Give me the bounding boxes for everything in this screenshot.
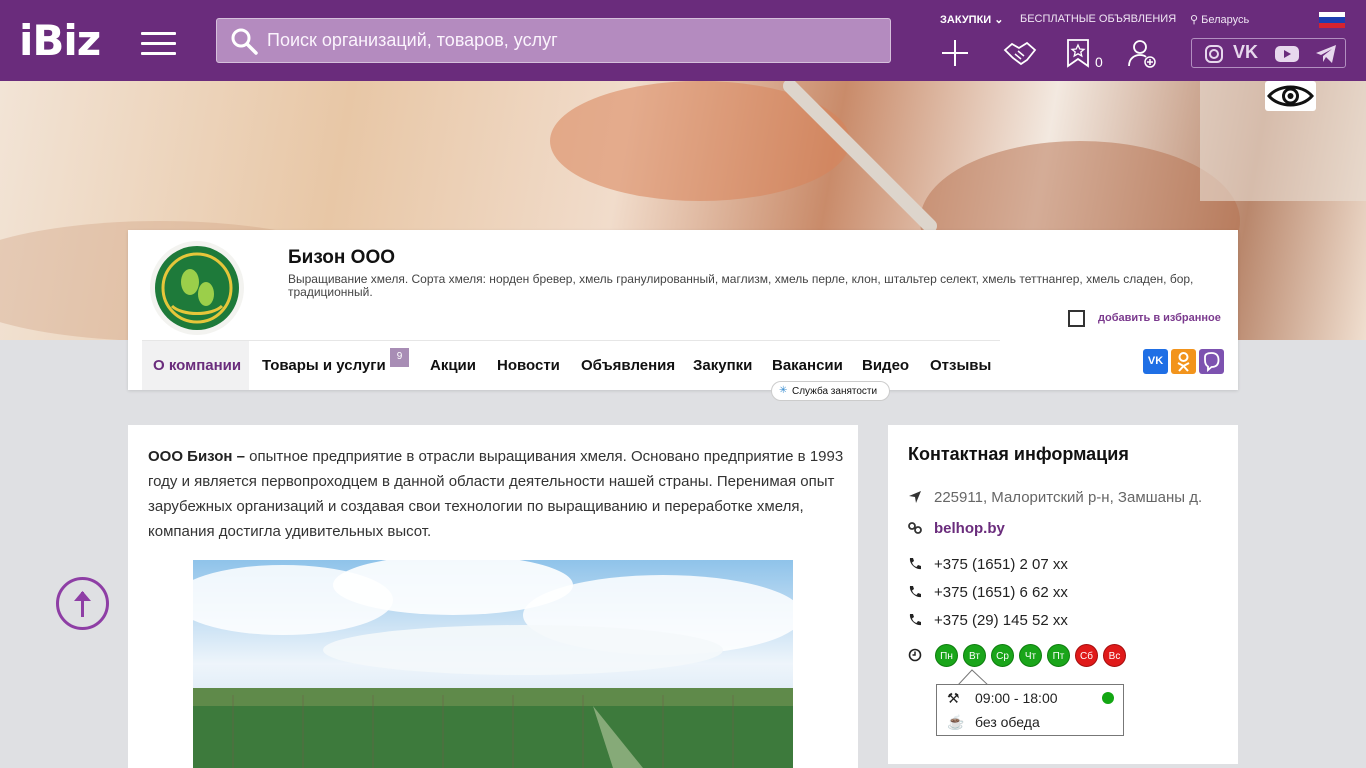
about-lead: ООО Бизон – (148, 448, 245, 465)
coffee-cup-icon: ☕ (947, 714, 965, 730)
lunch-info: без обеда (975, 714, 1040, 730)
menu-icon[interactable] (141, 32, 176, 55)
work-hours: 09:00 - 18:00 (975, 690, 1058, 706)
top-bar: iBiz ЗАКУПКИ ⌄ БЕСПЛАТНЫЕ ОБЪЯВЛЕНИЯ ⚲ Б… (0, 0, 1366, 81)
search-icon[interactable] (230, 27, 258, 55)
handshake-icon[interactable] (1003, 38, 1037, 68)
day-wednesday[interactable]: Ср (991, 644, 1014, 667)
phone-icon (909, 586, 921, 598)
day-monday[interactable]: Пн (935, 644, 958, 667)
link-icon (908, 522, 922, 534)
about-text: ООО Бизон – опытное предприятие в отрасл… (148, 444, 848, 544)
phone-number[interactable]: +375 (1651) 2 07 xx (934, 556, 1068, 573)
contacts-title: Контактная информация (908, 444, 1129, 464)
company-description: Выращивание хмеля. Сорта хмеля: норден б… (288, 272, 1194, 299)
open-status-dot (1102, 692, 1114, 704)
contact-info-panel: Контактная информация 225911, Малоритски… (888, 425, 1238, 764)
instagram-icon[interactable] (1204, 44, 1224, 64)
products-count-badge: 9 (390, 348, 409, 367)
star-bookmark-icon[interactable] (1066, 38, 1090, 68)
search-box[interactable] (216, 18, 891, 63)
day-saturday[interactable]: Сб (1075, 644, 1098, 667)
day-friday[interactable]: Пт (1047, 644, 1070, 667)
company-logo[interactable] (142, 236, 252, 341)
accessibility-eye-button[interactable] (1265, 81, 1316, 111)
purchases-label: ЗАКУПКИ (940, 14, 992, 26)
social-links: VK (1191, 38, 1346, 68)
telegram-icon[interactable] (1315, 44, 1337, 64)
tooltip-text: Служба занятости (792, 386, 878, 397)
tab-about[interactable]: О компании (142, 341, 249, 390)
tools-icon: ⚒ (947, 690, 960, 706)
free-ads-link[interactable]: БЕСПЛАТНЫЕ ОБЪЯВЛЕНИЯ (1020, 13, 1176, 25)
russian-flag-icon[interactable] (1319, 12, 1345, 28)
tab-ads[interactable]: Объявления (581, 341, 675, 390)
vk-share-icon[interactable]: VK (1143, 349, 1168, 374)
tab-news[interactable]: Новости (497, 341, 560, 390)
about-body: опытное предприятие в отрасли выращивани… (148, 448, 844, 540)
favorite-checkbox[interactable] (1068, 310, 1085, 327)
tab-products[interactable]: Товары и услуги (262, 341, 386, 390)
day-thursday[interactable]: Чт (1019, 644, 1042, 667)
about-section: ООО Бизон – опытное предприятие в отрасл… (128, 425, 858, 768)
region-label: Беларусь (1201, 14, 1250, 26)
phone-icon (909, 558, 921, 570)
plus-icon[interactable] (940, 38, 970, 68)
search-input[interactable] (267, 19, 877, 62)
eye-icon (1267, 85, 1314, 107)
vk-icon[interactable]: VK (1233, 42, 1258, 63)
company-name: Бизон ООО (288, 247, 396, 268)
day-tuesday[interactable]: Вт (963, 644, 986, 667)
add-favorite-label[interactable]: добавить в избранное (1098, 312, 1221, 324)
youtube-icon[interactable] (1274, 44, 1300, 64)
location-pin-icon: ⚲ (1190, 14, 1199, 26)
clock-icon (908, 648, 922, 662)
region-selector[interactable]: ⚲ Беларусь (1190, 13, 1249, 26)
add-user-icon[interactable] (1127, 38, 1157, 68)
day-sunday[interactable]: Вс (1103, 644, 1126, 667)
phone-icon (909, 614, 921, 626)
tab-reviews[interactable]: Отзывы (930, 341, 991, 390)
favorites-count: 0 (1095, 54, 1103, 70)
site-logo[interactable]: iBiz (19, 20, 101, 62)
company-card: Бизон ООО Выращивание хмеля. Сорта хмеля… (128, 230, 1238, 390)
scroll-to-top-button[interactable] (56, 577, 109, 630)
chevron-down-icon: ⌄ (994, 14, 1004, 26)
site-link[interactable]: belhop.by (934, 520, 1005, 537)
purchases-link[interactable]: ЗАКУПКИ ⌄ (940, 13, 1003, 26)
navigation-arrow-icon (909, 491, 921, 503)
address-text: 225911, Малоритский р-н, Замшаны д. (934, 489, 1203, 506)
arrow-up-icon (74, 591, 91, 617)
tab-purchases[interactable]: Закупки (693, 341, 752, 390)
hop-field-photo[interactable] (193, 560, 793, 768)
tab-promotions[interactable]: Акции (430, 341, 476, 390)
ok-share-icon[interactable] (1171, 349, 1196, 374)
phone-number[interactable]: +375 (1651) 6 62 xx (934, 584, 1068, 601)
sparkle-icon: ✳ (779, 385, 788, 396)
employment-service-tooltip[interactable]: ✳ Служба занятости (771, 381, 890, 401)
working-hours-popup: ⚒ 09:00 - 18:00 ☕ без обеда (936, 684, 1124, 736)
phone-number[interactable]: +375 (29) 145 52 xx (934, 612, 1068, 629)
viber-share-icon[interactable] (1199, 349, 1224, 374)
